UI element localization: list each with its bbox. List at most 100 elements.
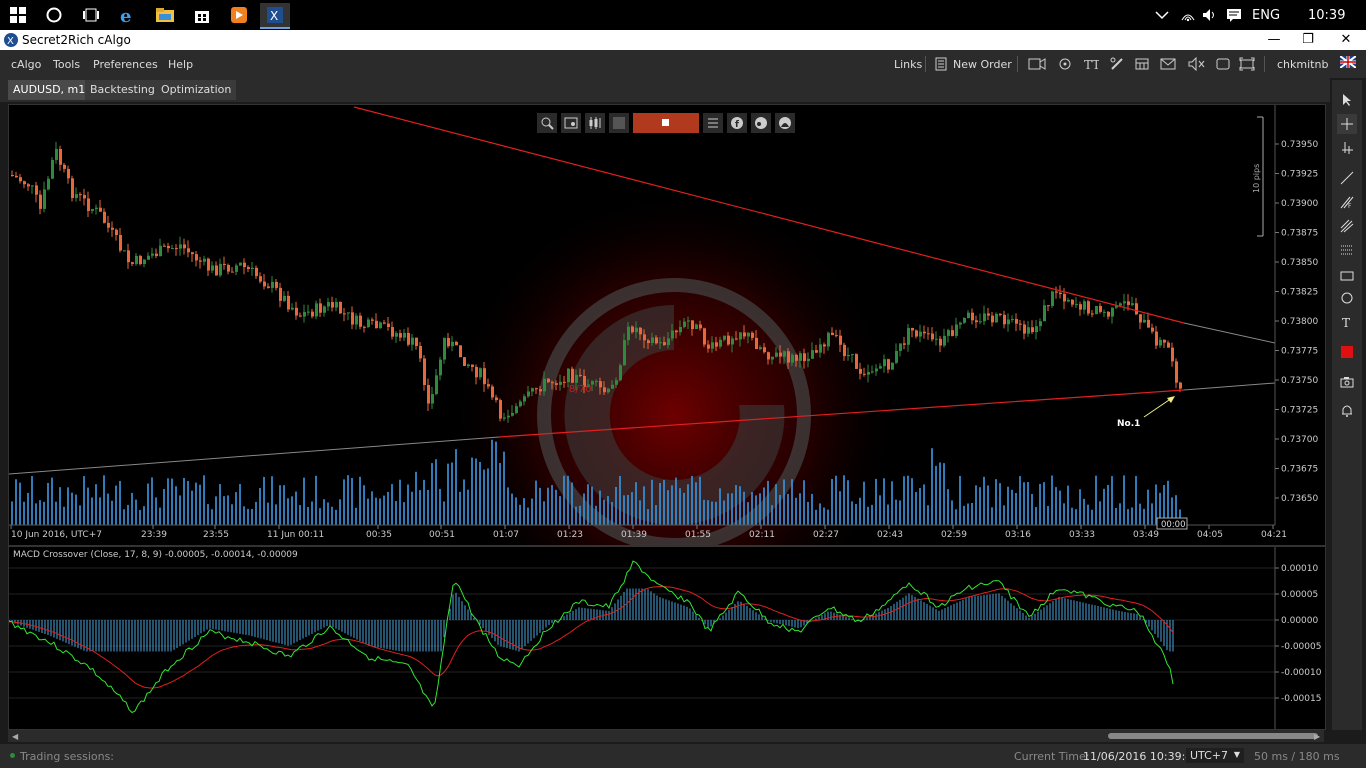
crosshair-icon[interactable] (1337, 114, 1357, 134)
profile-icon[interactable] (775, 113, 795, 133)
volume-bar (43, 501, 45, 525)
close-button[interactable]: ✕ (1336, 31, 1356, 49)
menu-tools[interactable]: Tools (53, 58, 80, 71)
windows-start-icon[interactable] (3, 3, 33, 27)
scroll-thumb[interactable] (1108, 733, 1318, 739)
media-player-icon[interactable] (224, 3, 254, 27)
price-chart-panel[interactable]: No.1 8/70 0.73950 0.73925 0.73900 0.73875 0.… (8, 104, 1326, 546)
macd-tick-label: -0.00005 (1281, 642, 1321, 652)
calculator-icon[interactable] (1134, 57, 1150, 71)
chart-settings-icon[interactable] (561, 113, 581, 133)
volume-bar (283, 485, 285, 525)
volume-bar (635, 482, 637, 525)
text-tool-icon[interactable]: T (1337, 312, 1357, 332)
candle-body (379, 322, 382, 329)
candle-body (1119, 303, 1122, 306)
notification-icon[interactable] (1226, 0, 1242, 30)
tab-optimization[interactable]: Optimization (156, 80, 237, 100)
macd-axis[interactable]: 0.00010 0.00005 0.00000 -0.00005 -0.00010 -0.… (1275, 564, 1322, 704)
share-icon[interactable] (751, 113, 771, 133)
price-chart[interactable]: No.1 8/70 0.739500.739250.739000.738750.… (9, 105, 1325, 545)
restore-button[interactable]: ❐ (1298, 31, 1318, 49)
cortana-icon[interactable] (39, 3, 69, 27)
candle-body (959, 322, 962, 325)
new-order-icon[interactable] (934, 57, 950, 71)
user-account[interactable]: chkmitnb (1277, 58, 1328, 71)
mail-icon[interactable] (1160, 57, 1176, 71)
macd-indicator-panel[interactable]: 0.00010 0.00005 0.00000 -0.00005 -0.00010 -0.… (8, 546, 1326, 730)
task-view-icon[interactable] (76, 3, 106, 27)
screenshot-icon[interactable] (1337, 372, 1357, 392)
candle-body (1035, 326, 1038, 333)
volume-bar (331, 506, 333, 525)
candle-body (403, 332, 406, 338)
grid-lines-icon[interactable] (1337, 240, 1357, 260)
pitchfork-icon[interactable] (1337, 216, 1357, 236)
candle-body (743, 332, 746, 337)
annotation-label[interactable]: No.1 (1117, 419, 1140, 429)
volume-bar (543, 501, 545, 525)
stop-button[interactable] (633, 113, 699, 133)
scroll-right-icon[interactable]: ▶ (1314, 732, 1320, 741)
trendline-tool-icon[interactable] (1337, 168, 1357, 188)
trading-sessions-label[interactable]: Trading sessions: (20, 750, 114, 763)
candle-body (263, 281, 266, 287)
layout-icon[interactable] (1215, 57, 1231, 71)
macd-chart[interactable]: 0.00010 0.00005 0.00000 -0.00005 -0.00010 -0.… (9, 547, 1325, 729)
sound-icon[interactable] (1188, 56, 1205, 72)
timezone-select[interactable]: UTC+7 ▼ (1186, 748, 1244, 763)
measure-icon[interactable] (1337, 138, 1357, 158)
chart-type-icon[interactable] (585, 113, 605, 133)
tab-backtesting[interactable]: Backtesting (85, 80, 160, 100)
lower-trend-extension-left[interactable] (9, 436, 500, 475)
uk-flag-icon[interactable] (1339, 55, 1357, 70)
system-clock[interactable]: 10:39 (1308, 0, 1345, 30)
menu-help[interactable]: Help (168, 58, 193, 71)
menu-calgo[interactable]: cAlgo (11, 58, 41, 71)
cursor-icon[interactable] (1337, 90, 1357, 110)
tab-audusd[interactable]: AUDUSD, m1 (8, 80, 91, 100)
volume-bar (203, 475, 205, 525)
scroll-left-icon[interactable]: ◀ (12, 732, 18, 741)
algo-icon[interactable] (1057, 57, 1073, 71)
lower-trend-extension-right[interactable] (1183, 382, 1276, 391)
volume-bar (823, 507, 825, 525)
rectangle-tool-icon[interactable] (1337, 266, 1357, 286)
language-indicator[interactable]: ENG (1252, 0, 1280, 30)
chart-horizontal-scrollbar[interactable]: ◀ ▶ (8, 730, 1324, 742)
store-icon[interactable] (187, 3, 217, 27)
price-axis[interactable]: 0.73950 0.73925 0.73900 0.73875 0.73850 0.738… (1275, 140, 1318, 504)
fibonacci-icon[interactable]: F (1337, 192, 1357, 212)
text-tool-icon[interactable]: TT (1083, 57, 1100, 72)
alert-bell-icon[interactable] (1337, 400, 1357, 420)
candle-body (735, 338, 738, 340)
upper-trend-extension[interactable] (1183, 322, 1276, 344)
menu-preferences[interactable]: Preferences (93, 58, 158, 71)
volume-bar (527, 507, 529, 525)
volume-bar (115, 485, 117, 525)
candle-body (895, 350, 898, 363)
annotation-arrow[interactable] (1143, 397, 1173, 418)
volume-bar (999, 483, 1001, 525)
timeframe-icon[interactable] (609, 113, 629, 133)
video-icon[interactable] (1028, 57, 1046, 71)
tools-icon[interactable] (1109, 57, 1125, 71)
volume-icon[interactable] (1202, 0, 1218, 30)
links-button[interactable]: Links (894, 58, 922, 71)
candle-body (291, 307, 294, 310)
fullscreen-icon[interactable] (1239, 57, 1255, 71)
zoom-icon[interactable] (537, 113, 557, 133)
time-tick-label: 01:07 (493, 530, 519, 540)
ellipse-tool-icon[interactable] (1337, 288, 1357, 308)
facebook-icon[interactable]: f (727, 113, 747, 133)
minimize-button[interactable]: — (1264, 31, 1284, 49)
candle-body (519, 401, 522, 407)
wifi-icon[interactable] (1180, 0, 1196, 30)
internet-explorer-icon[interactable]: e (113, 3, 143, 27)
file-explorer-icon[interactable] (150, 3, 180, 27)
color-picker-icon[interactable] (1337, 342, 1357, 362)
tray-chevron-icon[interactable] (1155, 0, 1169, 30)
calgo-app-icon[interactable]: X (260, 3, 290, 29)
list-icon[interactable] (703, 113, 723, 133)
new-order-button[interactable]: New Order (953, 58, 1012, 71)
